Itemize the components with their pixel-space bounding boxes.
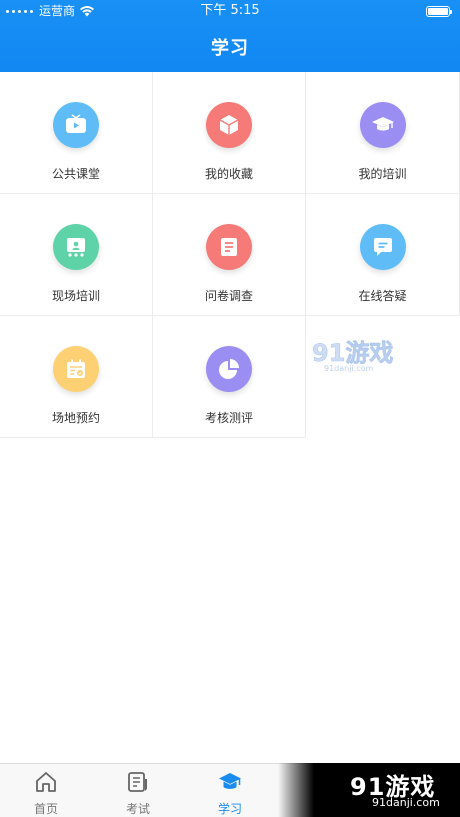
graduation-cap-icon	[359, 102, 406, 148]
document-icon	[206, 224, 252, 270]
box-icon	[206, 102, 252, 148]
grid-item-label: 考核测评	[204, 411, 253, 425]
pie-chart-icon	[206, 346, 252, 392]
tab-label: 学习	[217, 802, 242, 816]
grid-item-label: 现场培训	[51, 289, 100, 303]
grid-item-label: 我的培训	[358, 167, 407, 181]
graduation-cap-icon	[219, 773, 241, 789]
tab-exam[interactable]: 考试	[92, 764, 184, 817]
calendar-icon	[53, 346, 99, 392]
grid-item-online-qa[interactable]: 在线答疑	[306, 194, 460, 316]
status-bar: 运营商 下午 5:15	[0, 0, 460, 22]
grid-item-label: 在线答疑	[358, 289, 407, 303]
tab-study[interactable]: 学习	[184, 764, 276, 817]
grid-item-label: 公共课堂	[51, 167, 100, 181]
grid-item-assessment[interactable]: 考核测评	[153, 316, 306, 438]
tab-home[interactable]: 首页	[0, 764, 92, 817]
battery-icon	[426, 6, 452, 17]
grid-item-label: 场地预约	[51, 411, 100, 425]
banner-url: 91danji.com	[372, 796, 440, 809]
home-icon	[36, 772, 56, 792]
feature-grid: 公共课堂 我的收藏 我的培训 现场培训 问卷调查 在线答疑 场地预约 考核测评	[0, 72, 460, 438]
watermark-banner: 91游戏 91danji.com	[278, 763, 460, 817]
grid-item-label: 我的收藏	[204, 167, 253, 181]
exam-icon	[128, 772, 147, 792]
grid-item-venue-booking[interactable]: 场地预约	[0, 316, 153, 438]
tv-icon	[53, 102, 99, 148]
grid-empty-cell	[306, 316, 460, 438]
tab-label: 首页	[33, 802, 58, 816]
page-title: 学习	[211, 38, 249, 59]
grid-item-onsite-training[interactable]: 现场培训	[0, 194, 153, 316]
status-time: 下午 5:15	[200, 3, 260, 18]
grid-item-my-training[interactable]: 我的培训	[306, 72, 460, 194]
grid-item-my-favorites[interactable]: 我的收藏	[153, 72, 306, 194]
chat-icon	[359, 224, 406, 270]
grid-item-public-class[interactable]: 公共课堂	[0, 72, 153, 194]
grid-item-label: 问卷调查	[204, 289, 253, 303]
classroom-icon	[53, 224, 99, 270]
grid-item-survey[interactable]: 问卷调查	[153, 194, 306, 316]
tab-label: 考试	[125, 802, 150, 816]
top-bar: 运营商 下午 5:15 学习	[0, 0, 460, 72]
